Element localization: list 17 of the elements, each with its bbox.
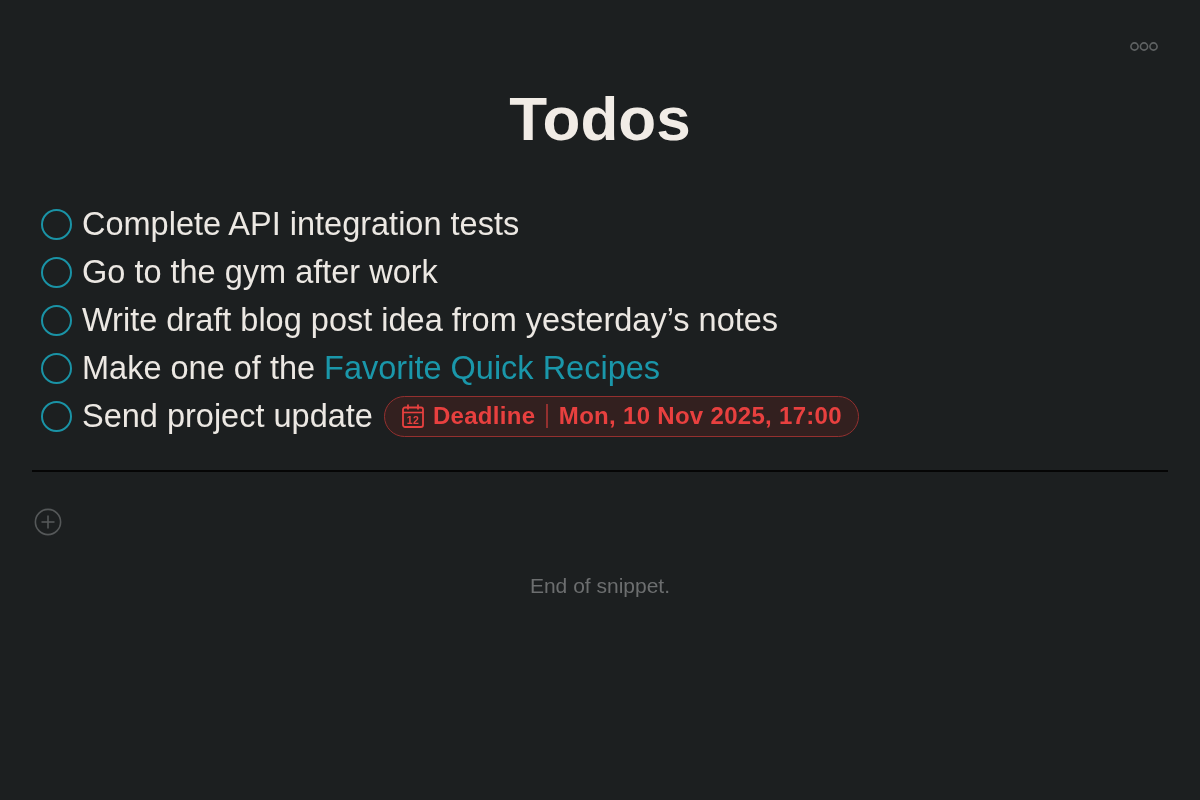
todo-text: Complete API integration tests bbox=[82, 205, 520, 243]
checkbox[interactable] bbox=[41, 304, 72, 336]
checkbox[interactable] bbox=[41, 352, 72, 384]
checkbox[interactable] bbox=[41, 400, 72, 432]
deadline-label: Deadline bbox=[432, 402, 536, 430]
todo-text: Write draft blog post idea from yesterday’s notes bbox=[82, 301, 779, 339]
todo-text: Go to the gym after work bbox=[82, 253, 438, 291]
end-note: End of snippet. bbox=[528, 574, 672, 598]
more-icon[interactable] bbox=[1130, 42, 1158, 51]
link[interactable]: Favorite Quick Recipes bbox=[324, 349, 661, 386]
todo-text: Make one of the Favorite Quick Recipes bbox=[82, 349, 661, 387]
calendar-icon: 12 bbox=[401, 404, 424, 428]
deadline-date: Mon, 10 Nov 2025, 17:00 bbox=[558, 402, 842, 430]
todo-text: Send project update bbox=[82, 397, 373, 435]
checkbox[interactable] bbox=[41, 208, 72, 240]
page-title: Todos bbox=[508, 83, 692, 155]
checkbox[interactable] bbox=[41, 256, 72, 288]
